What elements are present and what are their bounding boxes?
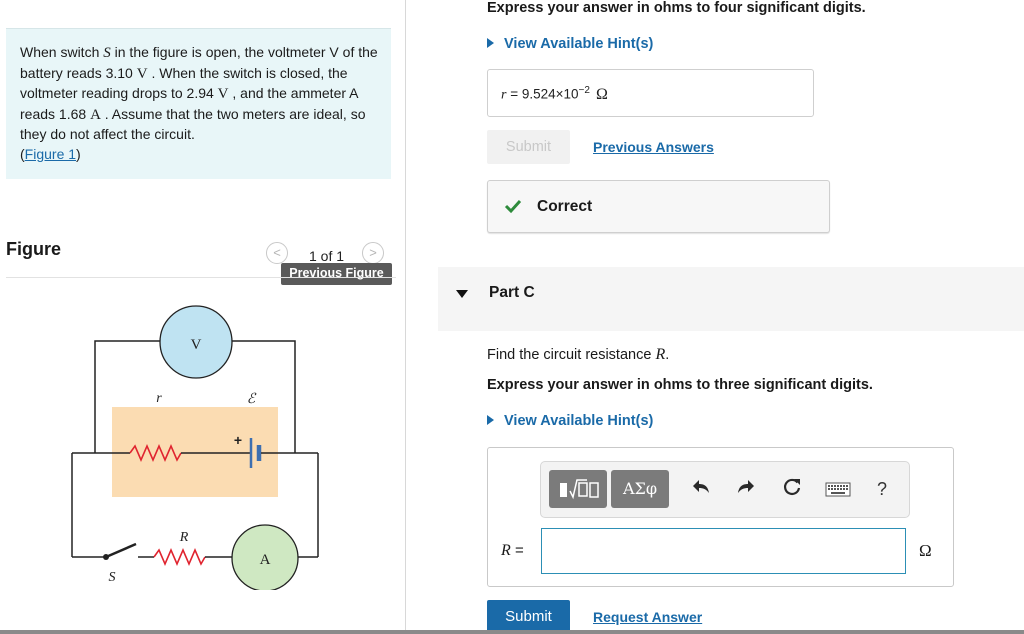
circuit-diagram: V A r ℰ + R S xyxy=(71,305,319,590)
problem-text: When switch xyxy=(20,44,104,60)
internal-resistance-label: r xyxy=(156,391,162,406)
checkmark-icon xyxy=(504,199,522,214)
submit-button[interactable]: Submit xyxy=(487,600,570,634)
answer-input[interactable] xyxy=(541,528,906,574)
left-panel: When switch S in the figure is open, the… xyxy=(0,0,406,634)
figure-counter: 1 of 1 xyxy=(309,248,345,264)
hint-label: View Available Hint(s) xyxy=(504,413,654,429)
ammeter-label: A xyxy=(260,552,271,568)
part-title: Part C xyxy=(489,284,535,301)
figure-heading: Figure xyxy=(6,239,62,259)
part-c-question: Find the circuit resistance R. xyxy=(487,346,669,364)
feedback-label: Correct xyxy=(537,198,593,215)
equals-sign: = xyxy=(506,86,522,102)
answer-exponent: −2 xyxy=(578,85,590,96)
answer-variable: R xyxy=(501,542,511,559)
templates-button[interactable] xyxy=(549,470,607,508)
answer-unit: Ω xyxy=(919,541,932,560)
problem-statement: When switch S in the figure is open, the… xyxy=(6,28,391,179)
switch-label: S xyxy=(109,570,116,585)
expand-triangle-icon xyxy=(487,415,494,425)
switch-symbol: S xyxy=(103,45,111,61)
correct-feedback: Correct xyxy=(487,180,830,233)
unit-volts: V xyxy=(217,86,229,102)
switch-blade xyxy=(105,542,137,559)
undo-icon[interactable] xyxy=(689,476,715,502)
reset-icon[interactable] xyxy=(779,476,805,502)
part-c-header[interactable]: Part C xyxy=(438,267,1024,331)
paren: ) xyxy=(76,145,81,162)
answer-value: 9.524×10 xyxy=(521,86,579,102)
question-text: . xyxy=(665,347,670,363)
hint-label: View Available Hint(s) xyxy=(504,36,654,52)
unit-volts: V xyxy=(136,65,148,82)
unit-amps: A xyxy=(90,106,101,123)
math-toolbar: ΑΣφ ? xyxy=(540,461,910,518)
external-resistor xyxy=(153,547,206,567)
collapse-caret-icon[interactable] xyxy=(456,290,468,298)
voltmeter-label: V xyxy=(191,337,202,353)
part-b-submitted-answer: r = 9.524×10−2 Ω xyxy=(487,69,814,117)
answer-unit: Ω xyxy=(595,85,608,103)
question-text: Find the circuit resistance xyxy=(487,347,656,363)
answer-label: R = xyxy=(501,542,524,560)
divider xyxy=(6,277,396,278)
figure-link[interactable]: Figure 1 xyxy=(25,146,76,162)
help-icon[interactable]: ? xyxy=(869,476,895,502)
part-b-hint-toggle[interactable]: View Available Hint(s) xyxy=(487,36,653,52)
request-answer-link[interactable]: Request Answer xyxy=(593,609,702,625)
answer-entry-panel: ΑΣφ ? R = Ω xyxy=(487,447,954,587)
part-b-submit-button[interactable]: Submit xyxy=(487,130,570,164)
expand-triangle-icon xyxy=(487,38,494,48)
positive-terminal-label: + xyxy=(234,432,242,448)
question-variable: R xyxy=(655,346,666,363)
part-c-instruction: Express your answer in ohms to three sig… xyxy=(487,377,873,393)
equals-sign: = xyxy=(510,542,524,559)
part-b-instruction: Express your answer in ohms to four sign… xyxy=(487,0,866,16)
templates-icon xyxy=(560,479,599,500)
next-figure-button[interactable]: > xyxy=(362,242,384,264)
previous-figure-button[interactable]: < xyxy=(266,242,288,264)
resistor-label: R xyxy=(179,530,189,545)
window-bottom-edge xyxy=(0,630,1024,634)
part-c-hint-toggle[interactable]: View Available Hint(s) xyxy=(487,413,653,429)
previous-figure-tooltip: Previous Figure xyxy=(281,263,392,285)
keyboard-icon[interactable] xyxy=(825,476,851,502)
redo-icon[interactable] xyxy=(732,476,758,502)
greek-symbols-button[interactable]: ΑΣφ xyxy=(611,470,669,508)
emf-label: ℰ xyxy=(247,391,257,407)
previous-answers-link[interactable]: Previous Answers xyxy=(593,139,714,155)
